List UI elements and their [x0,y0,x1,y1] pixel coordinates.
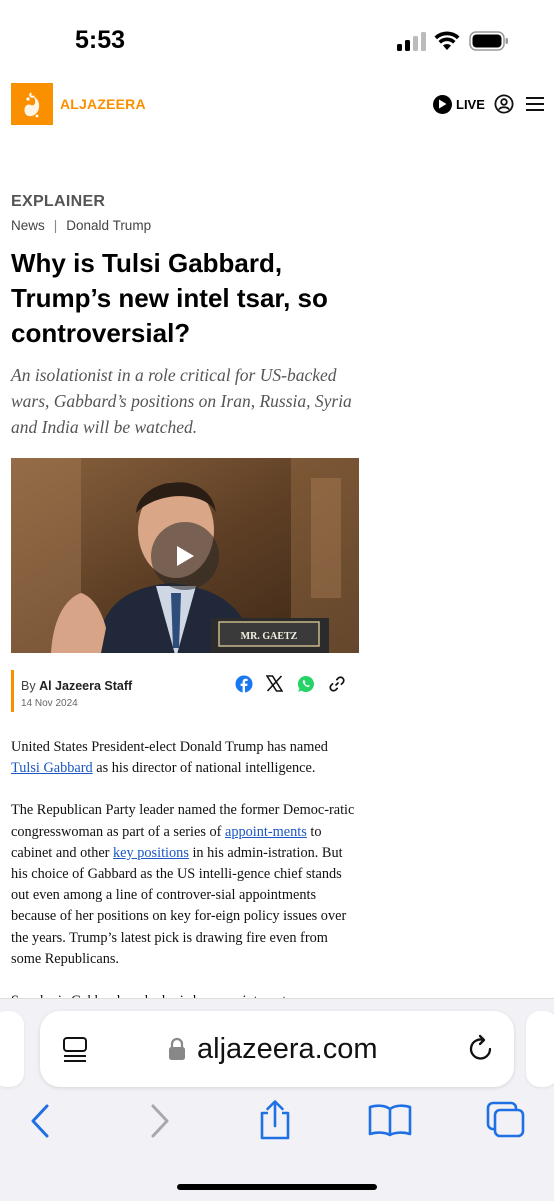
cellular-signal-icon [397,32,426,51]
breadcrumb-news[interactable]: News [11,218,45,233]
bookmarks-icon[interactable] [368,1103,412,1137]
article-body: United States President-elect Donald Tru… [11,737,359,1033]
user-account-icon[interactable] [494,94,514,114]
byline: By Al Jazeera Staff 14 Nov 2024 [11,670,359,712]
tabs-icon[interactable] [486,1101,526,1139]
forward-icon[interactable] [148,1103,172,1139]
video-play-button[interactable] [151,522,219,590]
article-kicker: EXPLAINER [11,193,106,210]
site-header: ALJAZEERA LIVE [0,80,554,130]
hamburger-menu-icon[interactable] [525,96,545,112]
home-indicator [177,1184,377,1190]
lock-icon [169,1037,185,1060]
play-icon [177,546,194,566]
browser-toolbar: aljazeera.com [0,998,554,1201]
whatsapp-share-icon[interactable] [296,674,315,693]
nameplate-text: MR. GAETZ [241,631,298,642]
tulsi-gabbard-link[interactable]: Tulsi Gabbard [11,760,93,776]
article-paragraph: United States President-elect Donald Tru… [11,739,328,777]
reload-icon[interactable] [466,1034,496,1064]
status-time: 5:53 [75,26,126,54]
facebook-share-icon[interactable] [234,674,253,693]
article-paragraph: The Republican Party leader named the fo… [11,802,355,967]
play-icon [433,94,452,114]
battery-icon [469,31,508,51]
previous-tab-pill[interactable] [0,1011,24,1087]
key-positions-link[interactable]: key positions [113,845,189,861]
logo-mark-icon [24,92,40,118]
byline-accent-bar [11,670,14,712]
back-icon[interactable] [28,1103,52,1139]
article-subtitle: An isolationist in a role critical for U… [11,365,352,437]
author-name[interactable]: Al Jazeera Staff [39,679,132,693]
publish-date: 14 Nov 2024 [21,698,78,709]
live-button[interactable]: LIVE [433,94,485,114]
share-buttons [234,674,346,693]
page-menu-icon[interactable] [61,1035,89,1063]
status-bar: 5:53 [0,0,554,80]
article-video[interactable]: MR. GAETZ [11,458,359,653]
share-icon[interactable] [256,1099,294,1141]
article-title: Why is Tulsi Gabbard, Trump’s new intel … [11,248,328,348]
copy-link-icon[interactable] [327,674,346,693]
url-domain: aljazeera.com [197,1033,378,1065]
byline-prefix: By [21,679,36,693]
live-label: LIVE [456,96,485,112]
aljazeera-logo[interactable] [11,83,53,125]
next-tab-pill[interactable] [526,1011,554,1087]
x-share-icon[interactable] [265,674,284,693]
logo-text: ALJAZEERA [60,96,146,112]
breadcrumb: News | Donald Trump [11,218,151,233]
address-bar[interactable]: aljazeera.com [40,1011,514,1087]
breadcrumb-donald-trump[interactable]: Donald Trump [66,218,151,233]
breadcrumb-separator: | [53,218,58,233]
appointments-link[interactable]: appoint-ments [225,824,307,840]
wifi-icon [434,31,460,50]
